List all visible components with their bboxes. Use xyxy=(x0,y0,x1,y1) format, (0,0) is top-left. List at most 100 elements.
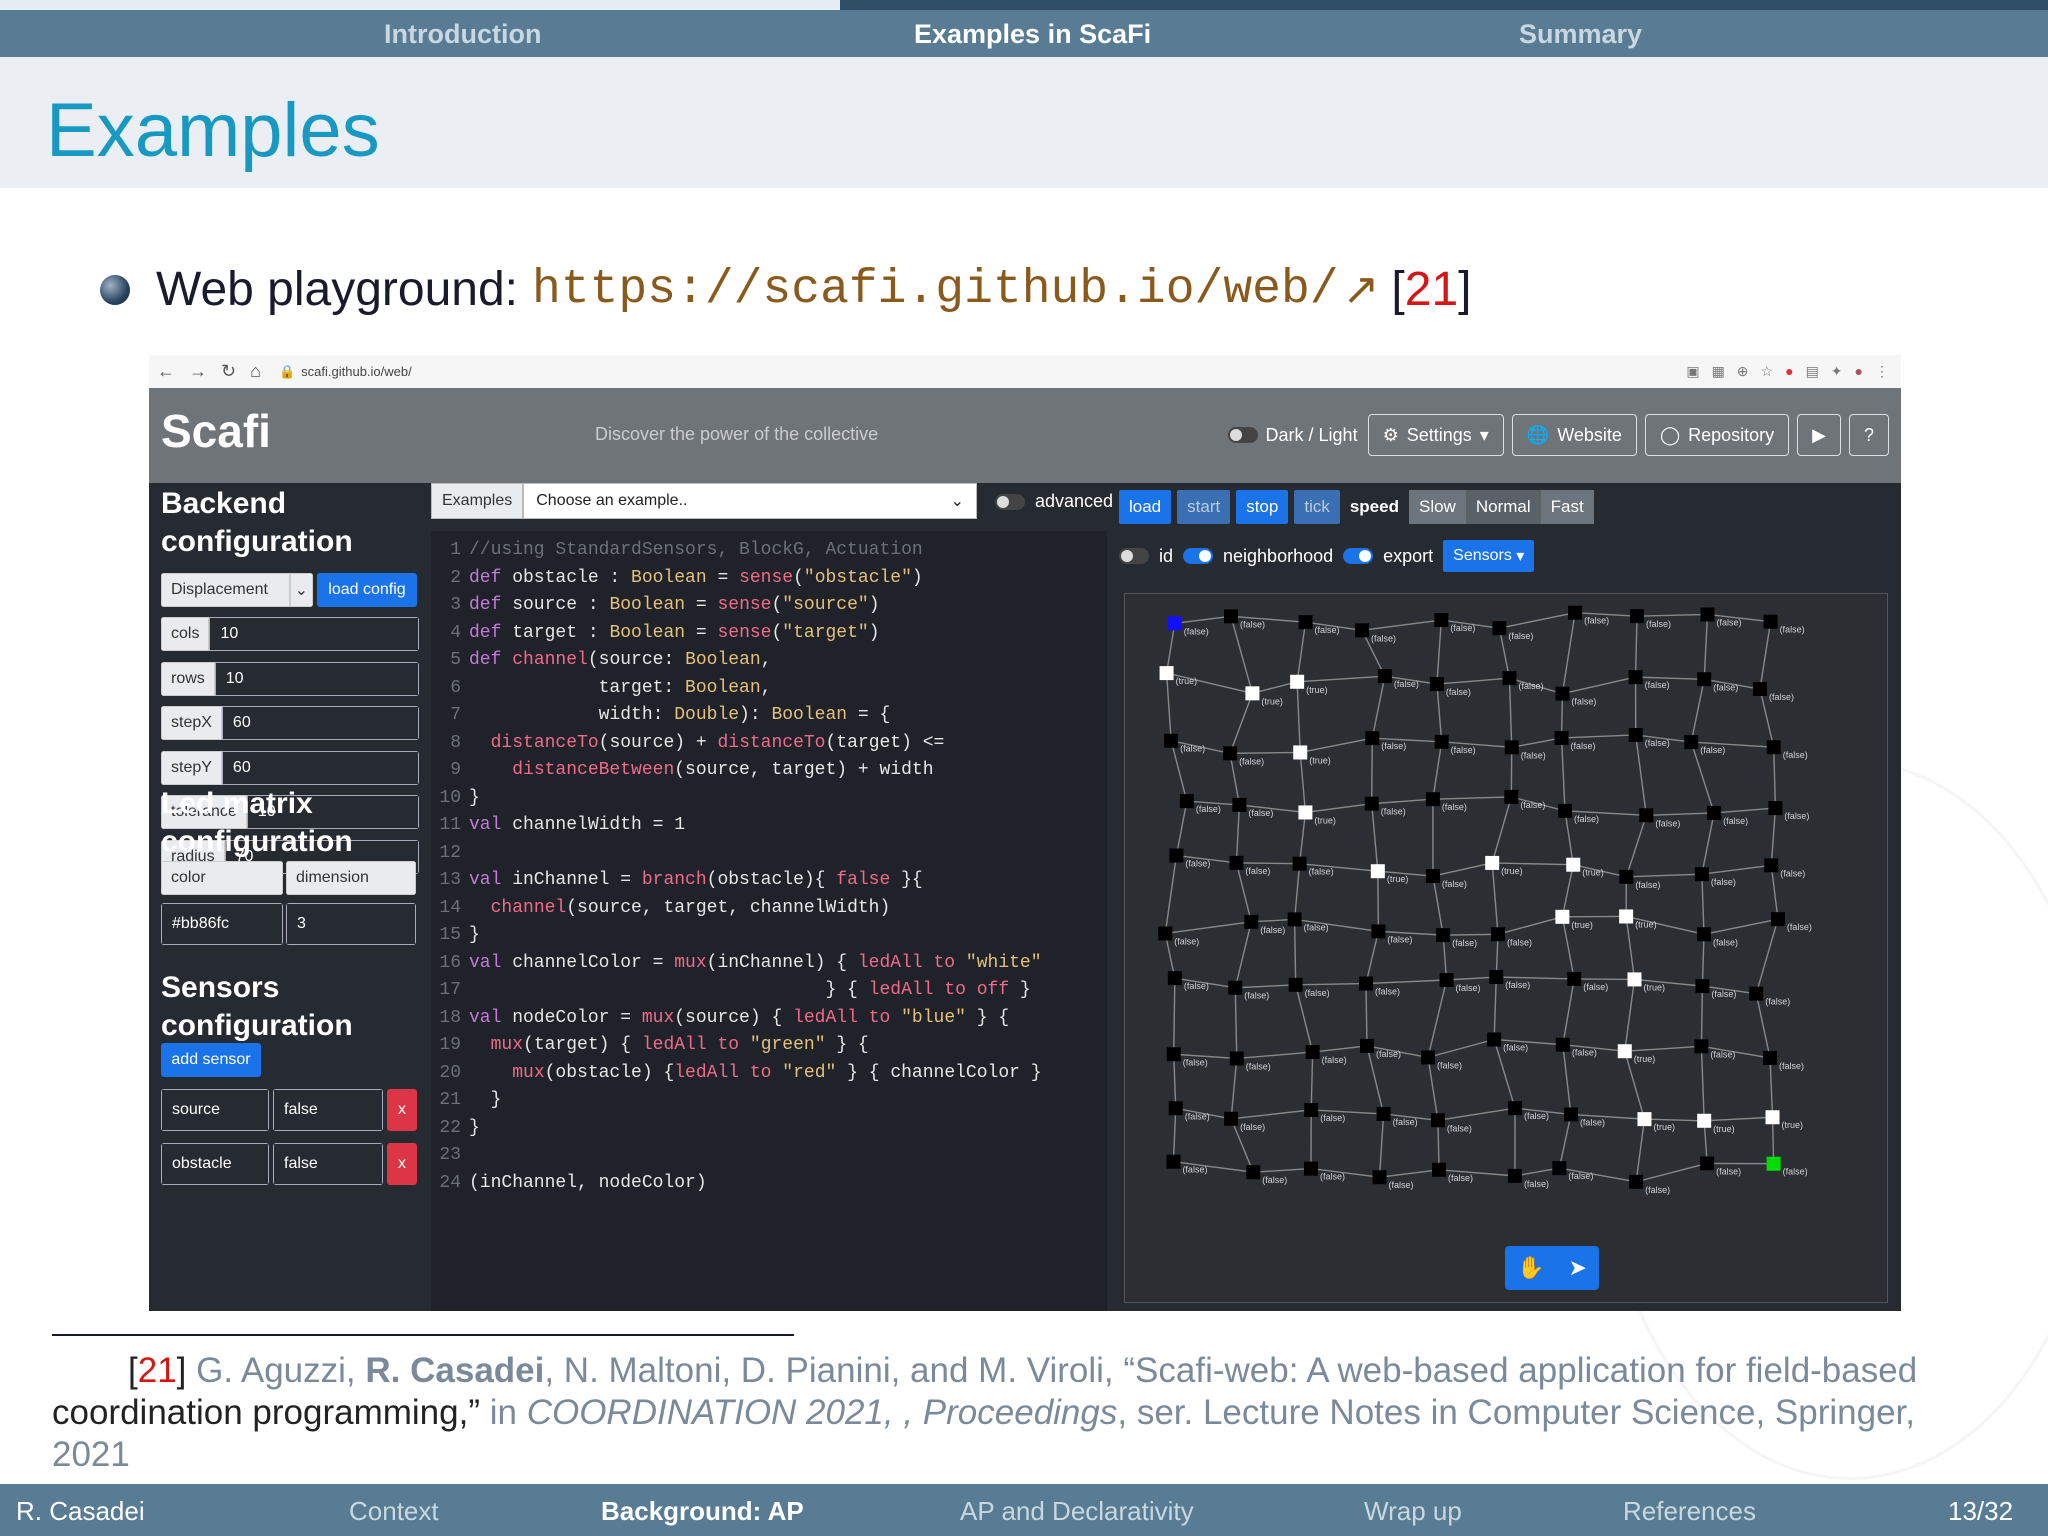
device-node[interactable] xyxy=(1430,1113,1445,1128)
device-node[interactable] xyxy=(1293,745,1308,760)
device-node[interactable] xyxy=(1425,792,1440,807)
device-node[interactable] xyxy=(1288,977,1303,992)
device-node[interactable] xyxy=(1434,613,1449,628)
citation[interactable]: [21] xyxy=(1391,262,1471,317)
device-node[interactable] xyxy=(1425,869,1440,884)
device-node[interactable] xyxy=(1167,971,1182,986)
device-node[interactable] xyxy=(1364,796,1379,811)
device-node[interactable] xyxy=(1489,970,1504,985)
led-color-input[interactable]: #bb86fc xyxy=(161,903,283,945)
device-node[interactable] xyxy=(1628,670,1643,685)
device-node[interactable] xyxy=(1558,803,1573,818)
device-node[interactable] xyxy=(1697,1113,1712,1128)
device-node[interactable] xyxy=(1355,623,1370,638)
device-node[interactable] xyxy=(1617,1044,1632,1059)
device-node[interactable] xyxy=(1502,671,1517,686)
sensor-value[interactable]: false xyxy=(273,1089,383,1131)
device-node[interactable] xyxy=(1223,746,1238,761)
led-dimension-input[interactable]: 3 xyxy=(286,903,416,945)
device-node[interactable] xyxy=(1158,926,1173,941)
device-node[interactable] xyxy=(1566,857,1581,872)
device-node[interactable] xyxy=(1629,609,1644,624)
footer-context[interactable]: Context xyxy=(349,1496,439,1527)
device-node[interactable] xyxy=(1619,909,1634,924)
load-config-button[interactable]: load config xyxy=(317,573,417,607)
device-node[interactable] xyxy=(1765,1110,1780,1125)
export-toggle[interactable] xyxy=(1343,548,1374,564)
device-node[interactable] xyxy=(1763,1050,1778,1065)
device-node[interactable] xyxy=(1700,1156,1715,1171)
footer-ap-declarativity[interactable]: AP and Declarativity xyxy=(960,1496,1194,1527)
device-node[interactable] xyxy=(1421,1050,1436,1065)
device-node[interactable] xyxy=(1485,855,1500,870)
device-node[interactable] xyxy=(1372,1170,1387,1185)
playground-link[interactable]: https://scafi.github.io/web/ xyxy=(532,263,1339,317)
device-node[interactable] xyxy=(1359,1038,1374,1053)
device-node[interactable] xyxy=(1490,927,1505,942)
device-node[interactable] xyxy=(1224,609,1239,624)
device-node[interactable] xyxy=(1167,616,1182,631)
device-node[interactable] xyxy=(1695,979,1710,994)
device-node[interactable] xyxy=(1487,1032,1502,1047)
device-node[interactable] xyxy=(1287,912,1302,927)
sensors-dropdown[interactable]: Sensors ▾ xyxy=(1443,540,1535,572)
device-node[interactable] xyxy=(1763,614,1778,629)
device-node[interactable] xyxy=(1169,848,1184,863)
device-node[interactable] xyxy=(1507,1168,1522,1183)
device-node[interactable] xyxy=(1694,867,1709,882)
repository-button[interactable]: ◯ Repository xyxy=(1644,414,1790,456)
device-node[interactable] xyxy=(1232,797,1247,812)
device-node[interactable] xyxy=(1504,789,1519,804)
footer-background[interactable]: Background: AP xyxy=(601,1496,804,1527)
neighborhood-toggle[interactable] xyxy=(1183,548,1214,564)
device-node[interactable] xyxy=(1555,686,1570,701)
program-select[interactable]: Displacement ⌄ xyxy=(161,573,313,607)
device-node[interactable] xyxy=(1766,1156,1781,1171)
sensor-name[interactable]: source xyxy=(161,1089,269,1131)
device-node[interactable] xyxy=(1770,912,1785,927)
stop-button[interactable]: stop xyxy=(1236,490,1289,524)
address-bar[interactable]: scafi.github.io/web/ xyxy=(301,364,412,379)
device-node[interactable] xyxy=(1628,727,1643,742)
device-node[interactable] xyxy=(1694,1039,1709,1054)
device-node[interactable] xyxy=(1752,682,1767,697)
device-node[interactable] xyxy=(1365,731,1380,746)
device-node[interactable] xyxy=(1298,805,1313,820)
device-node[interactable] xyxy=(1245,686,1260,701)
nav-introduction[interactable]: Introduction xyxy=(384,19,541,50)
device-node[interactable] xyxy=(1292,856,1307,871)
device-node[interactable] xyxy=(1371,924,1386,939)
back-icon[interactable]: ← xyxy=(157,361,175,382)
star-icon[interactable]: ☆ xyxy=(1761,363,1774,380)
hand-icon[interactable]: ✋ xyxy=(1517,1255,1544,1281)
remove-sensor-button[interactable]: x xyxy=(387,1089,417,1131)
start-button[interactable]: start xyxy=(1177,490,1231,524)
device-node[interactable] xyxy=(1303,1161,1318,1176)
sensor-name[interactable]: obstacle xyxy=(161,1143,269,1185)
device-node[interactable] xyxy=(1492,621,1507,636)
device-node[interactable] xyxy=(1358,976,1373,991)
extension-icon[interactable]: ● xyxy=(1785,363,1793,380)
device-node[interactable] xyxy=(1298,615,1313,630)
simulation-canvas[interactable]: (false) (false) (false) (false) (false) (fals… xyxy=(1124,593,1888,1303)
device-node[interactable] xyxy=(1707,805,1722,820)
cast-icon[interactable]: ▣ xyxy=(1686,363,1699,380)
device-node[interactable] xyxy=(1290,674,1305,689)
nav-summary[interactable]: Summary xyxy=(1519,19,1642,50)
device-node[interactable] xyxy=(1764,858,1779,873)
device-node[interactable] xyxy=(1766,740,1781,755)
backend-field-1[interactable]: rows 10 xyxy=(161,661,419,696)
device-node[interactable] xyxy=(1434,734,1449,749)
home-icon[interactable]: ⌂ xyxy=(250,361,261,382)
device-node[interactable] xyxy=(1555,909,1570,924)
device-node[interactable] xyxy=(1768,801,1783,816)
device-node[interactable] xyxy=(1429,677,1444,692)
device-node[interactable] xyxy=(1563,1107,1578,1122)
speed-slow-button[interactable]: Slow xyxy=(1408,490,1466,524)
device-node[interactable] xyxy=(1432,1162,1447,1177)
id-toggle[interactable] xyxy=(1119,548,1149,564)
device-node[interactable] xyxy=(1629,1174,1644,1189)
device-node[interactable] xyxy=(1179,794,1194,809)
device-node[interactable] xyxy=(1637,1112,1652,1127)
device-node[interactable] xyxy=(1508,1101,1523,1116)
